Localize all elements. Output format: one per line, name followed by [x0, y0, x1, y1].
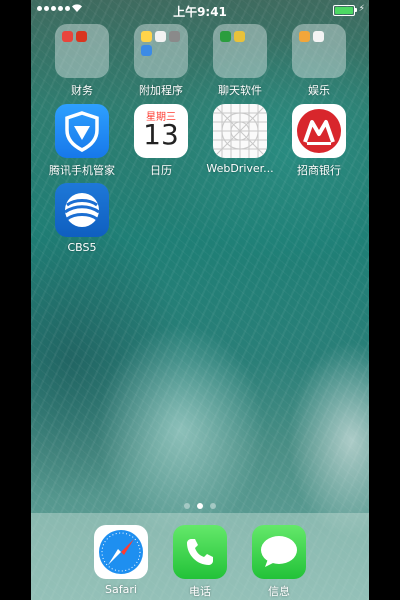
status-time: 上午9:41 [173, 5, 227, 19]
app-calendar[interactable]: 星期三 13 日历 [121, 104, 201, 180]
app-webdriver[interactable]: WebDriver... [200, 104, 280, 180]
page-dot [184, 503, 190, 509]
folder-icon [55, 24, 109, 78]
calendar-icon: 星期三 13 [134, 104, 188, 158]
charging-icon: ⚡ [358, 4, 365, 14]
status-bar: 上午9:41 ⚡ [31, 0, 369, 20]
app-label: 腾讯手机管家 [49, 164, 115, 177]
folder-finance[interactable]: 财务 [42, 24, 122, 100]
app-label: 信息 [268, 585, 290, 598]
page-dot-current [197, 503, 203, 509]
app-label: 日历 [150, 164, 172, 177]
app-cbs5[interactable]: CBS5 [42, 183, 122, 259]
dock: Safari 电话 信息 [31, 513, 369, 600]
app-tencent-manager[interactable]: 腾讯手机管家 [42, 104, 122, 180]
folder-icon [134, 24, 188, 78]
messages-bubble-icon [252, 525, 306, 579]
home-screen: 上午9:41 ⚡ 财务 附加程序 聊天软件 娱乐 腾讯手机管家 星期三 13 日… [31, 0, 369, 600]
folder-chat[interactable]: 聊天软件 [200, 24, 280, 100]
app-label: Safari [105, 583, 137, 596]
safari-compass-icon [94, 525, 148, 579]
tencent-shield-icon [55, 104, 109, 158]
folder-extras[interactable]: 附加程序 [121, 24, 201, 100]
dock-app-phone[interactable]: 电话 [160, 525, 240, 600]
app-label: 电话 [189, 585, 211, 598]
dock-app-messages[interactable]: 信息 [239, 525, 319, 600]
folder-entertainment[interactable]: 娱乐 [279, 24, 359, 100]
app-label: 招商银行 [297, 164, 341, 177]
app-label: 娱乐 [308, 84, 330, 97]
app-label: 财务 [71, 84, 93, 97]
phone-icon [173, 525, 227, 579]
app-label: WebDriver... [206, 162, 274, 175]
cmb-bank-icon [292, 104, 346, 158]
app-label: 附加程序 [139, 84, 183, 97]
app-label: CBS5 [67, 241, 97, 254]
app-label: 聊天软件 [218, 84, 262, 97]
folder-icon [292, 24, 346, 78]
webdriver-grid-icon [213, 104, 267, 158]
cbs-globe-icon [55, 183, 109, 237]
battery-icon [333, 5, 357, 16]
folder-icon [213, 24, 267, 78]
app-cmb[interactable]: 招商银行 [279, 104, 359, 180]
dock-app-safari[interactable]: Safari [81, 525, 161, 600]
page-dot [210, 503, 216, 509]
page-indicator[interactable] [31, 503, 369, 509]
calendar-day: 13 [143, 118, 179, 151]
